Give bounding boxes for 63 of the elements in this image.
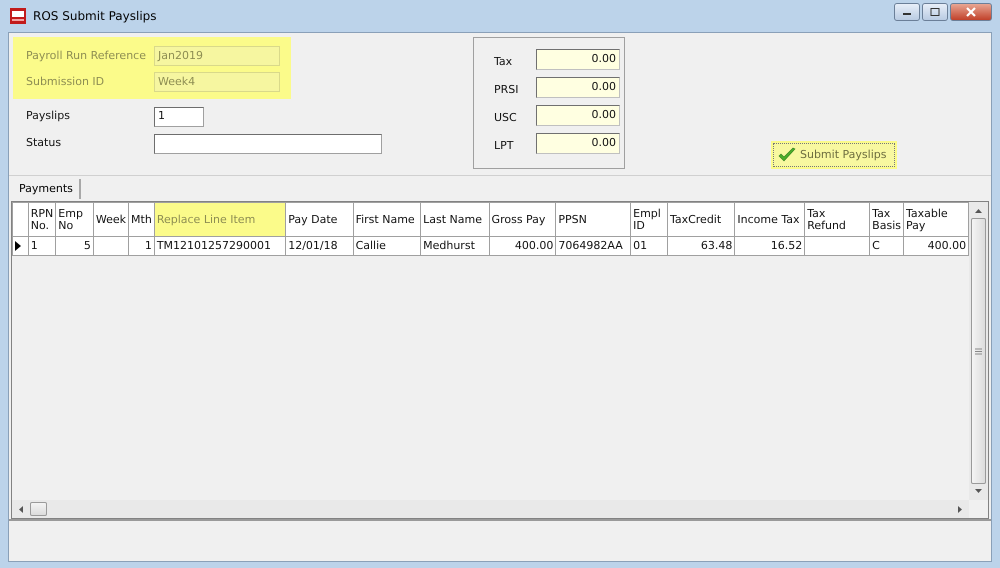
scroll-thumb[interactable] xyxy=(30,502,47,516)
column-header: RPN No. xyxy=(28,202,56,236)
table-cell: Callie xyxy=(353,236,421,256)
table-cell: C xyxy=(870,236,904,256)
table-cell: 400.00 xyxy=(489,236,556,256)
total-label: USC xyxy=(493,110,518,126)
maximize-icon xyxy=(930,8,940,16)
scroll-right-icon[interactable] xyxy=(957,504,963,514)
input-field[interactable]: Jan2019 xyxy=(154,46,280,66)
horizontal-scrollbar[interactable] xyxy=(12,500,969,518)
column-header: Income Tax xyxy=(734,202,805,236)
table-cell: 7064982AA xyxy=(556,236,631,256)
total-field: 0.00 xyxy=(536,133,620,154)
close-button[interactable] xyxy=(950,3,992,21)
field-label: Payslips xyxy=(26,108,71,124)
table-cell: 1 xyxy=(28,236,56,256)
scroll-down-icon[interactable] xyxy=(974,488,984,494)
column-header: Last Name xyxy=(420,202,490,236)
scroll-up-icon[interactable] xyxy=(974,208,984,214)
input-field[interactable] xyxy=(154,134,382,154)
total-field: 0.00 xyxy=(536,49,620,70)
column-header: Empl ID xyxy=(630,202,668,236)
table-cell: 400.00 xyxy=(903,236,969,256)
close-icon xyxy=(965,7,977,17)
table-cell: 1 xyxy=(128,236,154,256)
maximize-button[interactable] xyxy=(922,3,948,21)
column-header: Pay Date xyxy=(286,202,354,236)
scroll-left-icon[interactable] xyxy=(18,504,24,514)
scroll-thumb[interactable] xyxy=(971,218,986,484)
table-cell: 5 xyxy=(56,236,94,256)
input-field[interactable]: Week4 xyxy=(154,72,280,92)
checkmark-icon xyxy=(778,147,796,163)
column-header: Week xyxy=(93,202,129,236)
table-cell: 12/01/18 xyxy=(286,236,354,256)
column-header: Replace Line Item xyxy=(154,202,286,236)
column-header: Taxable Pay xyxy=(903,202,969,236)
field-label: Submission ID xyxy=(26,74,106,90)
vertical-scrollbar[interactable] xyxy=(969,202,988,500)
table-cell: 16.52 xyxy=(734,236,805,256)
column-header: Tax Refund xyxy=(804,202,870,236)
table-cell: 63.48 xyxy=(667,236,735,256)
column-header: PPSN xyxy=(556,202,631,236)
total-field: 0.00 xyxy=(536,77,620,98)
table-cell: Medhurst xyxy=(420,236,490,256)
window-title: ROS Submit Payslips xyxy=(33,8,157,25)
field-label: Status xyxy=(26,135,62,152)
column-header: Emp No xyxy=(56,202,94,236)
app-icon xyxy=(10,8,26,24)
field-label: Payroll Run Reference xyxy=(26,48,147,64)
total-label: Tax xyxy=(493,54,514,70)
total-field: 0.00 xyxy=(536,105,620,126)
table-cell: TM12101257290001 xyxy=(154,236,286,256)
submit-button[interactable]: Submit Payslips xyxy=(773,143,896,167)
column-header: First Name xyxy=(353,202,421,236)
table-cell: 01 xyxy=(630,236,668,256)
input-field[interactable]: 1 xyxy=(154,106,204,126)
total-label: LPT xyxy=(493,138,514,154)
column-header: Gross Pay xyxy=(489,202,556,236)
column-header: Mth xyxy=(128,202,154,236)
minimize-button[interactable] xyxy=(894,3,920,21)
column-header: Tax Basis xyxy=(870,202,904,236)
total-label: PRSI xyxy=(493,82,520,98)
column-header: TaxCredit xyxy=(667,202,735,236)
